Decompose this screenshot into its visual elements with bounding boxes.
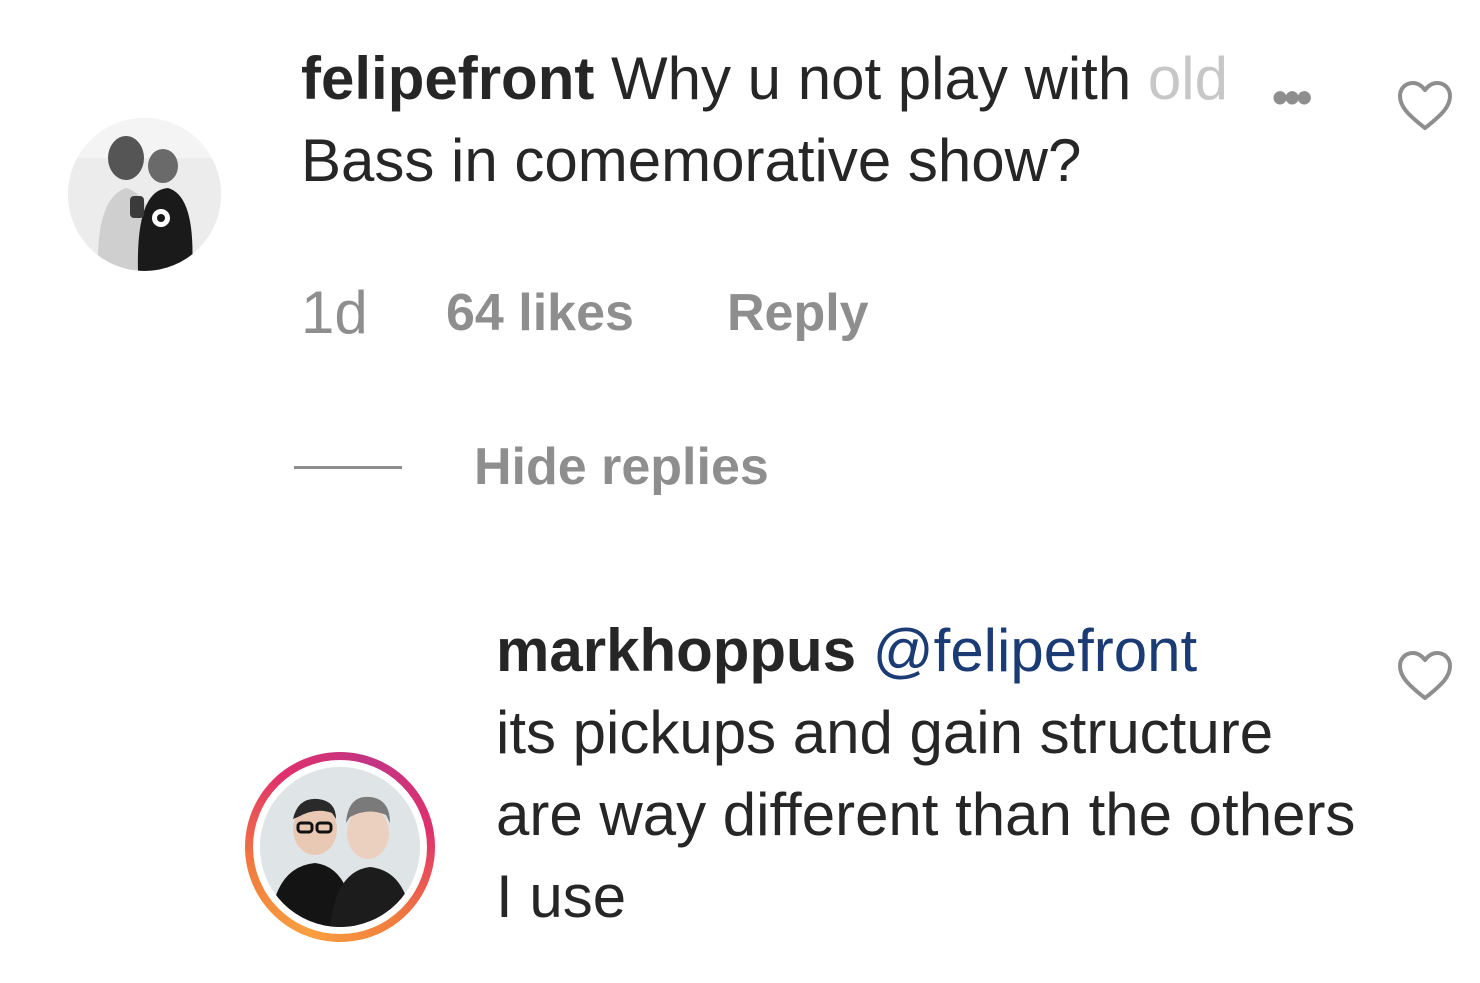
comment-likes-link[interactable]: 64 likes <box>446 280 634 346</box>
comment-text-line2: Bass in comemorative show? <box>301 127 1082 194</box>
reply-body: markhoppus @felipefront its pickups and … <box>496 610 1356 938</box>
avatar-photo <box>260 767 420 927</box>
replies-divider-line <box>294 466 402 469</box>
comment-username[interactable]: felipefront <box>301 45 594 112</box>
comment-text-faded: old <box>1147 45 1228 112</box>
reply-button[interactable]: Reply <box>727 280 869 346</box>
avatar-markhoppus[interactable] <box>245 752 435 942</box>
avatar-felipefront[interactable] <box>68 118 221 271</box>
hide-replies-button[interactable]: Hide replies <box>474 436 769 498</box>
avatar-photo <box>68 118 221 271</box>
more-dots-icon[interactable]: ••• <box>1272 70 1312 124</box>
reply-mention-link[interactable]: @felipefront <box>873 617 1197 684</box>
comment-text: Why u not play with <box>611 45 1132 112</box>
comment-body: felipefront Why u not play with old Bass… <box>301 38 1351 202</box>
heart-icon[interactable] <box>1397 650 1453 702</box>
reply-text: its pickups and gain structure are way d… <box>496 699 1356 930</box>
heart-icon[interactable] <box>1397 80 1453 132</box>
reply-username[interactable]: markhoppus <box>496 617 856 684</box>
comment-time: 1d <box>301 279 368 346</box>
